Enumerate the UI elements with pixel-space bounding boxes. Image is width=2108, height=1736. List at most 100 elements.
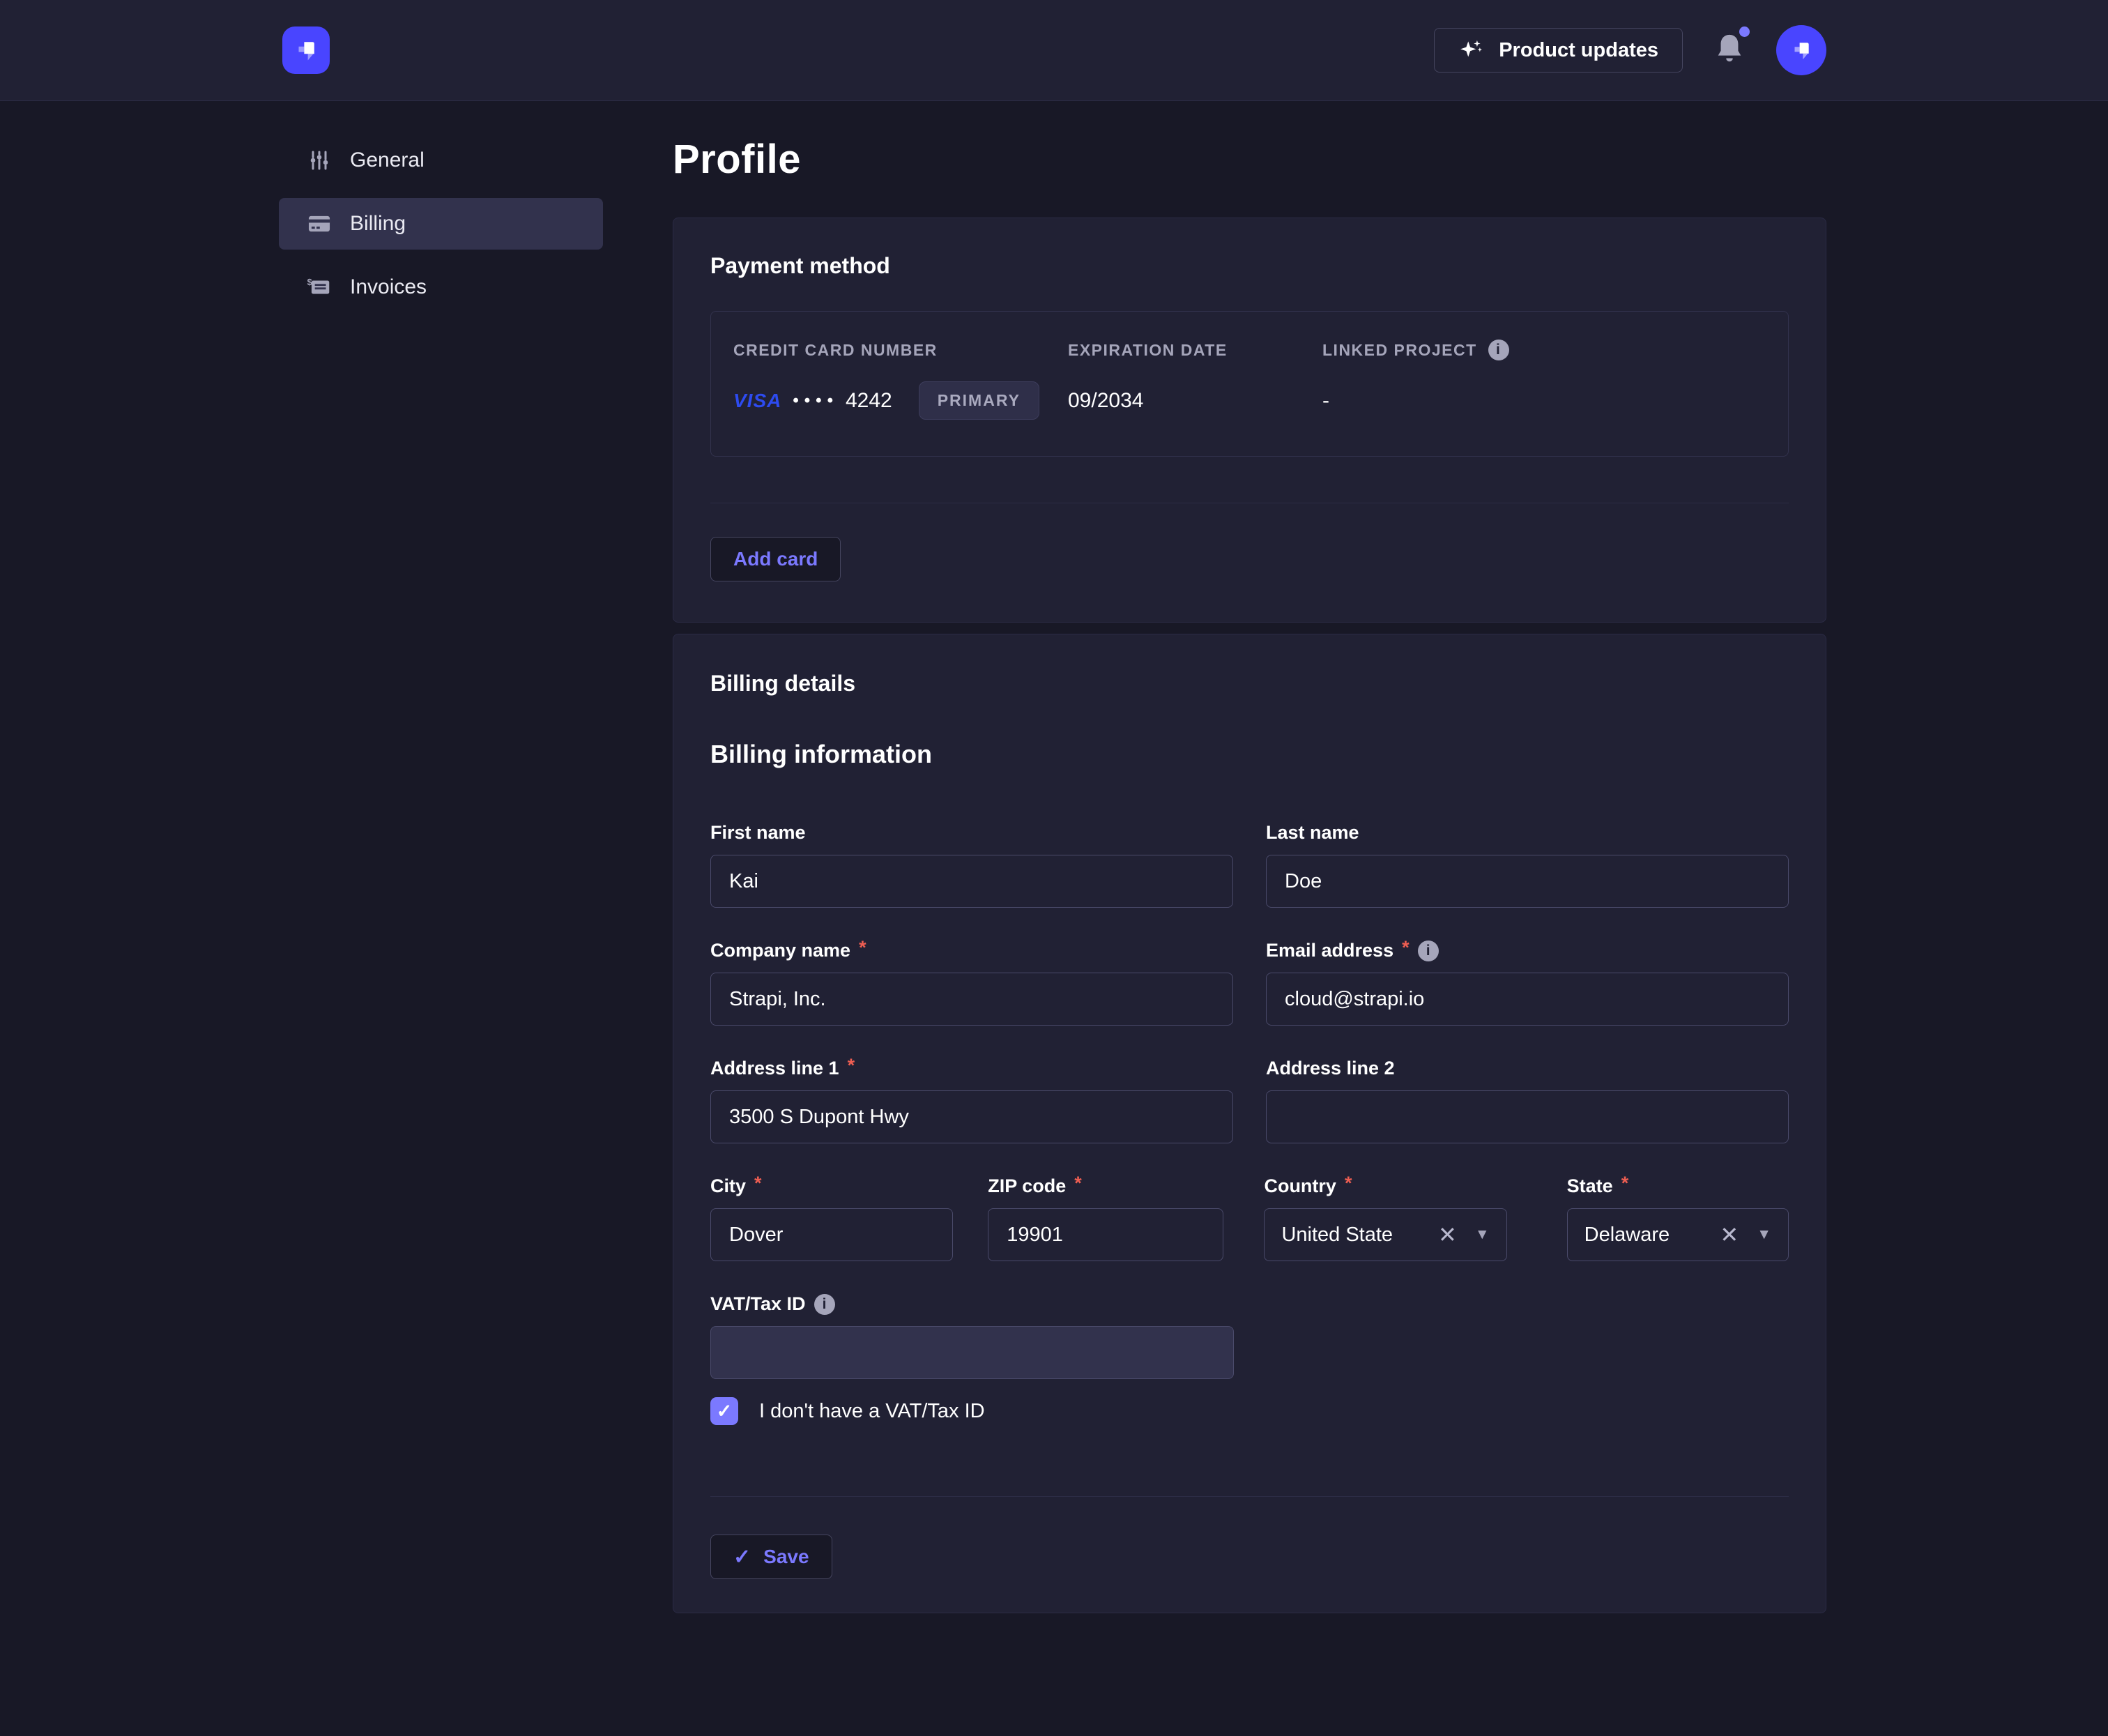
state-select[interactable]: Delaware ✕ ▼	[1567, 1208, 1789, 1261]
company-name-label: Company name*	[710, 940, 1233, 961]
sidebar-item-label: Billing	[350, 212, 406, 236]
column-linked-project: LINKED PROJECT i	[1322, 340, 1766, 360]
table-row: VISA •••• 4242 PRIMARY 09/2034 -	[733, 381, 1766, 420]
billing-form-grid: First name Last name Company name*	[710, 822, 1789, 1143]
required-marker: *	[1345, 1173, 1352, 1194]
sidebar-item-label: Invoices	[350, 275, 427, 299]
credit-card-icon	[305, 211, 333, 237]
company-name-field-group: Company name*	[710, 940, 1233, 1026]
city-zip-country-state-row: City* ZIP code* Country* United State	[710, 1175, 1789, 1261]
required-marker: *	[1621, 1173, 1629, 1194]
vat-input[interactable]	[710, 1326, 1234, 1379]
header-actions: Product updates	[1434, 25, 1826, 75]
strapi-logo-icon[interactable]	[282, 26, 330, 74]
email-field-group: Email address* i	[1266, 940, 1789, 1026]
user-avatar[interactable]	[1776, 25, 1826, 75]
vat-checkbox-label: I don't have a VAT/Tax ID	[759, 1400, 985, 1423]
country-field-group: Country* United State ✕ ▼	[1264, 1175, 1506, 1261]
required-marker: *	[1402, 937, 1410, 959]
state-label: State*	[1567, 1175, 1789, 1197]
zip-input[interactable]	[988, 1208, 1223, 1261]
sidebar-item-invoices[interactable]: $ Invoices	[279, 261, 603, 313]
primary-badge: PRIMARY	[919, 381, 1039, 420]
main-area: General Billing $	[0, 101, 2108, 1613]
expiration-cell: 09/2034	[1068, 389, 1322, 413]
address-line1-input[interactable]	[710, 1090, 1233, 1143]
payment-method-card: Payment method CREDIT CARD NUMBER EXPIRA…	[673, 218, 1826, 623]
address-line2-input[interactable]	[1266, 1090, 1789, 1143]
top-header: Product updates	[0, 0, 2108, 101]
email-label: Email address* i	[1266, 940, 1789, 961]
zip-label: ZIP code*	[988, 1175, 1223, 1197]
info-icon[interactable]: i	[814, 1294, 835, 1315]
billing-details-title: Billing details	[710, 671, 1789, 696]
card-last4: 4242	[846, 389, 892, 413]
svg-text:$: $	[307, 277, 312, 287]
settings-sidebar: General Billing $	[279, 135, 603, 1613]
country-value: United State	[1281, 1224, 1438, 1247]
first-name-label: First name	[710, 822, 1233, 844]
company-name-input[interactable]	[710, 973, 1233, 1026]
first-name-field-group: First name	[710, 822, 1233, 908]
chevron-down-icon[interactable]: ▼	[1475, 1226, 1490, 1243]
required-marker: *	[848, 1055, 855, 1076]
sidebar-item-billing[interactable]: Billing	[279, 198, 603, 250]
divider	[710, 1496, 1789, 1497]
city-input[interactable]	[710, 1208, 953, 1261]
clear-icon[interactable]: ✕	[1720, 1221, 1739, 1248]
last-name-input[interactable]	[1266, 855, 1789, 908]
payment-method-title: Payment method	[710, 253, 1789, 279]
column-credit-card-number: CREDIT CARD NUMBER	[733, 341, 1068, 360]
first-name-input[interactable]	[710, 855, 1233, 908]
check-icon: ✓	[733, 1545, 751, 1569]
vat-checkbox-row: ✓ I don't have a VAT/Tax ID	[710, 1397, 1789, 1425]
table-header-row: CREDIT CARD NUMBER EXPIRATION DATE LINKE…	[733, 340, 1766, 381]
billing-information-title: Billing information	[710, 740, 1789, 769]
vat-label: VAT/Tax ID i	[710, 1293, 1234, 1315]
bell-icon	[1713, 32, 1746, 67]
save-button[interactable]: ✓ Save	[710, 1535, 832, 1579]
product-updates-button[interactable]: Product updates	[1434, 28, 1683, 73]
invoice-icon: $	[305, 274, 333, 300]
avatar-strapi-glyph-icon	[1788, 37, 1815, 63]
address-line2-field-group: Address line 2	[1266, 1058, 1789, 1143]
payment-methods-table: CREDIT CARD NUMBER EXPIRATION DATE LINKE…	[710, 311, 1789, 457]
sidebar-item-general[interactable]: General	[279, 135, 603, 186]
masked-digits: ••••	[793, 391, 839, 411]
add-card-button[interactable]: Add card	[710, 537, 841, 581]
vat-checkbox[interactable]: ✓	[710, 1397, 738, 1425]
required-marker: *	[1074, 1173, 1082, 1194]
address-line2-label: Address line 2	[1266, 1058, 1789, 1079]
sidebar-item-label: General	[350, 149, 425, 172]
page-title: Profile	[673, 136, 1826, 183]
clear-icon[interactable]: ✕	[1438, 1221, 1457, 1248]
country-label: Country*	[1264, 1175, 1506, 1197]
country-select[interactable]: United State ✕ ▼	[1264, 1208, 1506, 1261]
state-field-group: State* Delaware ✕ ▼	[1567, 1175, 1789, 1261]
card-number-cell: VISA •••• 4242 PRIMARY	[733, 381, 1068, 420]
email-input[interactable]	[1266, 973, 1789, 1026]
notification-dot	[1739, 26, 1750, 37]
info-icon[interactable]: i	[1418, 941, 1439, 961]
notifications-button[interactable]	[1713, 32, 1746, 68]
zip-field-group: ZIP code*	[988, 1175, 1223, 1261]
last-name-field-group: Last name	[1266, 822, 1789, 908]
sparkles-icon	[1458, 37, 1485, 63]
address-line1-label: Address line 1*	[710, 1058, 1233, 1079]
address-line1-field-group: Address line 1*	[710, 1058, 1233, 1143]
sliders-icon	[305, 148, 333, 173]
chevron-down-icon[interactable]: ▼	[1757, 1226, 1771, 1243]
content-column: Profile Payment method CREDIT CARD NUMBE…	[673, 135, 1826, 1613]
last-name-label: Last name	[1266, 822, 1789, 844]
column-expiration-date: EXPIRATION DATE	[1068, 341, 1322, 360]
check-icon: ✓	[717, 1401, 733, 1422]
strapi-glyph-icon	[291, 36, 321, 65]
state-value: Delaware	[1584, 1224, 1720, 1247]
visa-brand-icon: VISA	[733, 390, 781, 412]
required-marker: *	[859, 937, 866, 959]
product-updates-label: Product updates	[1499, 39, 1658, 62]
city-label: City*	[710, 1175, 953, 1197]
city-field-group: City*	[710, 1175, 953, 1261]
required-marker: *	[754, 1173, 762, 1194]
info-icon[interactable]: i	[1488, 340, 1509, 360]
